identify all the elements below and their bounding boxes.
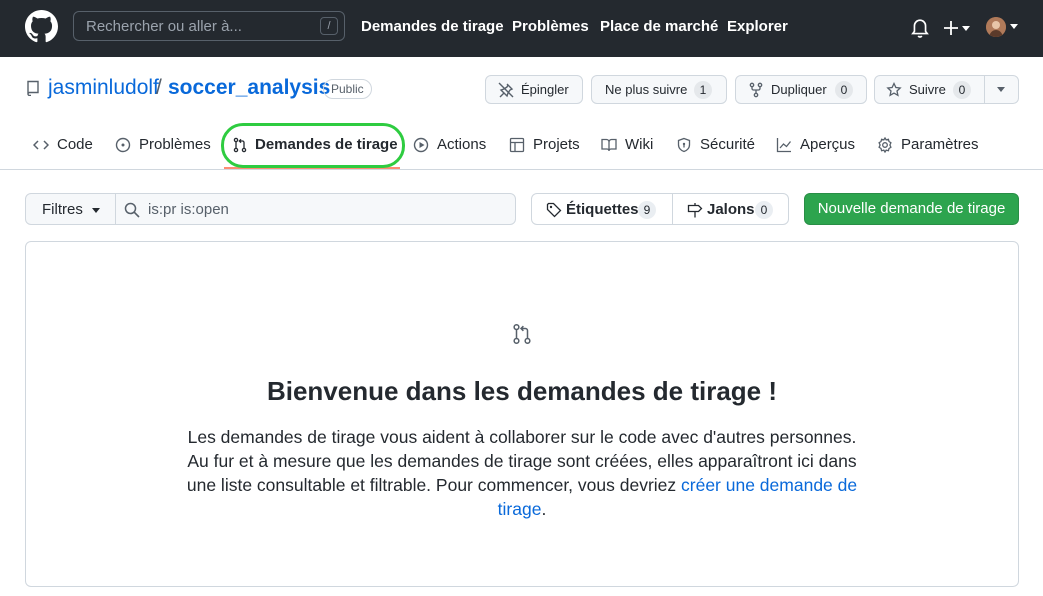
triangle-down-icon bbox=[92, 208, 100, 213]
tab-code[interactable]: Code bbox=[33, 136, 95, 156]
blankslate-text-end: . bbox=[541, 499, 547, 519]
pr-search-value: is:pr is:open bbox=[148, 201, 229, 218]
tab-wiki[interactable]: Wiki bbox=[601, 136, 657, 156]
pin-off-icon bbox=[498, 82, 514, 98]
topnav-explore[interactable]: Explorer bbox=[727, 18, 788, 35]
tab-issues[interactable]: Problèmes bbox=[115, 136, 211, 156]
search-placeholder: Rechercher ou aller à... bbox=[86, 18, 242, 35]
tab-security[interactable]: Sécurité bbox=[676, 136, 756, 156]
filters-dropdown-button[interactable]: Filtres bbox=[25, 193, 116, 225]
graph-icon bbox=[776, 138, 792, 153]
unwatch-button[interactable]: Ne plus suivre 1 bbox=[591, 75, 727, 104]
repo-tabs: Code Problèmes Demandes de tirage Action… bbox=[0, 120, 1043, 170]
tab-label: Actions bbox=[437, 136, 487, 153]
search-shortcut-key: / bbox=[320, 17, 338, 35]
global-search-input[interactable]: Rechercher ou aller à... / bbox=[73, 11, 345, 41]
tab-label: Sécurité bbox=[700, 136, 756, 153]
labels-count: 9 bbox=[638, 201, 656, 219]
watchers-count: 1 bbox=[694, 81, 712, 99]
book-icon bbox=[601, 138, 617, 152]
bell-icon[interactable] bbox=[911, 18, 929, 38]
avatar-image bbox=[986, 17, 1006, 37]
blankslate-description: Les demandes de tirage vous aident à col… bbox=[181, 425, 863, 521]
tab-insights[interactable]: Aperçus bbox=[776, 136, 858, 156]
avatar[interactable] bbox=[986, 17, 1006, 37]
repo-name-link[interactable]: soccer_analysis bbox=[168, 76, 330, 100]
tab-actions[interactable]: Actions bbox=[413, 136, 489, 156]
tab-highlight-ring bbox=[221, 123, 405, 168]
tab-label: Paramètres bbox=[901, 136, 979, 153]
pull-request-icon bbox=[513, 324, 531, 344]
tab-label: Problèmes bbox=[139, 136, 211, 153]
fork-button[interactable]: Dupliquer 0 bbox=[735, 75, 867, 104]
search-icon bbox=[124, 202, 140, 218]
star-dropdown-button[interactable] bbox=[984, 75, 1019, 104]
fork-icon bbox=[749, 82, 763, 98]
pin-label: Épingler bbox=[521, 82, 569, 97]
labels-label: Étiquettes bbox=[566, 201, 639, 218]
labels-button[interactable]: Étiquettes 9 bbox=[531, 193, 673, 225]
pr-search-input[interactable]: is:pr is:open bbox=[115, 193, 516, 225]
fork-count: 0 bbox=[835, 81, 853, 99]
repo-path-separator: / bbox=[156, 76, 162, 99]
milestone-icon bbox=[687, 203, 703, 218]
filters-label: Filtres bbox=[42, 201, 83, 218]
topnav-issues[interactable]: Problèmes bbox=[512, 18, 589, 35]
fork-label: Dupliquer bbox=[771, 82, 827, 97]
tab-label: Projets bbox=[533, 136, 580, 153]
repo-owner-link[interactable]: jasminludolf bbox=[48, 76, 159, 100]
tab-label: Aperçus bbox=[800, 136, 856, 153]
tab-label: Wiki bbox=[625, 136, 654, 153]
new-pull-request-button[interactable]: Nouvelle demande de tirage bbox=[804, 193, 1019, 225]
repo-icon bbox=[27, 80, 39, 96]
blankslate-title: Bienvenue dans les demandes de tirage ! bbox=[266, 376, 778, 406]
play-icon bbox=[413, 137, 429, 153]
tab-projects[interactable]: Projets bbox=[509, 136, 583, 156]
avatar-caret-icon[interactable] bbox=[1010, 24, 1018, 29]
milestones-count: 0 bbox=[755, 201, 773, 219]
code-icon bbox=[33, 140, 49, 150]
topnav-pull-requests[interactable]: Demandes de tirage bbox=[361, 18, 504, 35]
plus-icon[interactable] bbox=[943, 18, 973, 38]
pull-requests-blankslate: Bienvenue dans les demandes de tirage ! … bbox=[25, 241, 1019, 587]
star-button[interactable]: Suivre 0 bbox=[874, 75, 985, 104]
milestones-button[interactable]: Jalons 0 bbox=[672, 193, 789, 225]
star-count: 0 bbox=[953, 81, 971, 99]
star-icon bbox=[886, 82, 902, 97]
unwatch-label: Ne plus suivre bbox=[605, 82, 688, 97]
pin-button[interactable]: Épingler bbox=[485, 75, 583, 104]
github-logo-icon[interactable] bbox=[25, 10, 58, 43]
tab-label: Code bbox=[57, 136, 93, 153]
triangle-down-icon bbox=[997, 87, 1005, 92]
issue-icon bbox=[115, 137, 131, 153]
global-header: Rechercher ou aller à... / Demandes de t… bbox=[0, 0, 1043, 57]
milestones-label: Jalons bbox=[707, 201, 755, 218]
topnav-marketplace[interactable]: Place de marché bbox=[600, 18, 718, 35]
gear-icon bbox=[878, 137, 892, 153]
tag-icon bbox=[546, 202, 562, 218]
table-icon bbox=[509, 137, 525, 153]
shield-icon bbox=[677, 137, 691, 153]
visibility-badge: Public bbox=[323, 79, 372, 99]
star-label: Suivre bbox=[909, 82, 946, 97]
tab-settings[interactable]: Paramètres bbox=[877, 136, 979, 156]
